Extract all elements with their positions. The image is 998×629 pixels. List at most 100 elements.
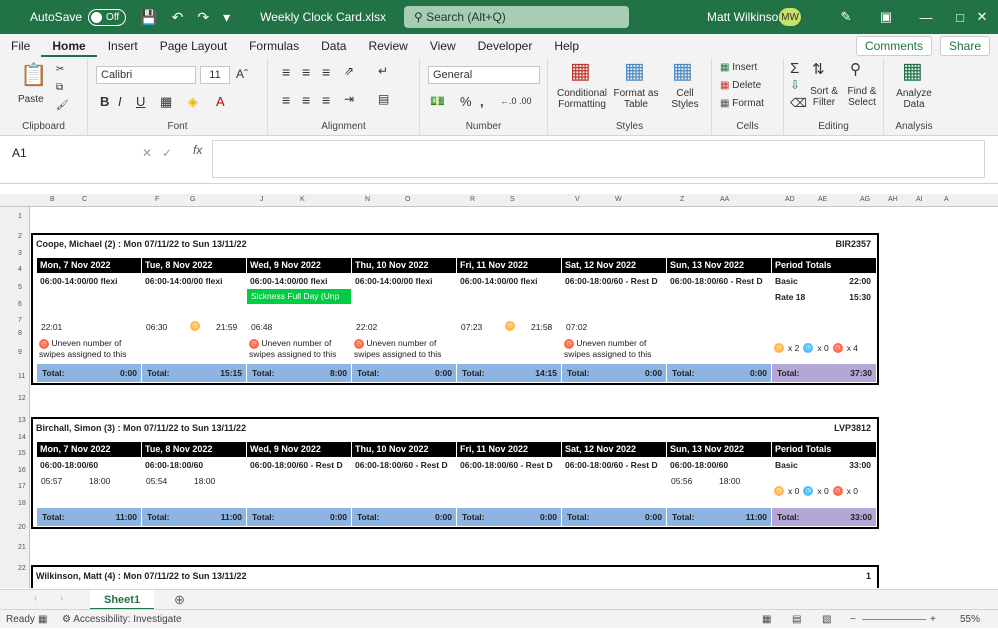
shift-pattern[interactable]: 06:00-14:00/00 flexi — [352, 273, 456, 289]
font-name-select[interactable]: Calibri — [96, 66, 196, 84]
row-header[interactable]: 21 — [18, 544, 26, 551]
zoom-in-icon[interactable]: + — [930, 610, 936, 629]
analyze-data-button[interactable]: Analyze Data — [888, 88, 940, 110]
column-header[interactable]: AD — [785, 196, 795, 203]
row-header[interactable]: 1 — [18, 213, 22, 220]
row-header[interactable]: 8 — [18, 330, 22, 337]
shift-pattern[interactable]: 06:00-14:00/00 flexi — [457, 273, 561, 289]
column-header[interactable]: AH — [888, 196, 898, 203]
row-header[interactable]: 7 — [18, 317, 22, 324]
page-layout-icon[interactable]: ▤ — [792, 610, 801, 629]
column-header[interactable]: AG — [860, 196, 870, 203]
swipe-in[interactable]: 07:23 — [461, 322, 482, 332]
align-center-icon[interactable]: ≡ — [302, 92, 310, 108]
shift-pattern[interactable]: 06:00-14:00/00 flexi — [37, 273, 141, 289]
merge-center-icon[interactable]: ▤ — [378, 92, 389, 106]
row-header[interactable]: 3 — [18, 250, 22, 257]
shift-pattern[interactable]: 06:00-18:00/60 — [667, 457, 771, 473]
macro-icon[interactable]: ▦ — [38, 610, 47, 629]
normal-view-icon[interactable]: ▦ — [762, 610, 771, 629]
cell-styles-button[interactable]: Cell Styles — [662, 88, 708, 110]
copy-icon[interactable]: ⧉ — [56, 82, 63, 93]
shift-pattern[interactable]: 06:00-18:00/60 — [142, 457, 246, 473]
tab-data[interactable]: Data — [310, 39, 357, 53]
row-header[interactable]: 17 — [18, 483, 26, 490]
find-icon[interactable]: ⚲ — [850, 60, 861, 78]
sort-filter-icon[interactable]: ⇅ — [812, 60, 825, 78]
shift-pattern[interactable]: 06:00-18:00/60 - Rest D — [352, 457, 456, 473]
column-header[interactable]: G — [190, 196, 195, 203]
next-sheet-icon[interactable]: › — [60, 593, 63, 604]
insert-function-icon[interactable]: fx — [193, 143, 202, 157]
accessibility-status[interactable]: ⚙ Accessibility: Investigate — [62, 610, 182, 629]
tab-review[interactable]: Review — [357, 39, 418, 53]
user-name[interactable]: Matt Wilkinson — [707, 10, 785, 24]
tab-home[interactable]: Home — [41, 35, 97, 57]
autosum-icon[interactable]: Σ — [790, 60, 799, 77]
column-header[interactable]: Z — [680, 196, 684, 203]
row-header[interactable]: 6 — [18, 301, 22, 308]
analyze-data-icon[interactable]: ▦ — [902, 58, 923, 84]
align-left-icon[interactable]: ≡ — [282, 92, 290, 108]
avatar[interactable]: MW — [779, 8, 801, 26]
add-sheet-icon[interactable]: ⊕ — [174, 592, 185, 608]
column-header[interactable]: AA — [720, 196, 729, 203]
search-box[interactable]: ⚲ Search (Alt+Q) — [403, 6, 629, 28]
shift-pattern[interactable]: 06:00-18:00/60 - Rest D — [247, 457, 351, 473]
column-header[interactable]: J — [260, 196, 264, 203]
column-header[interactable]: B — [50, 196, 55, 203]
indent-icon[interactable]: ⇥ — [344, 92, 354, 106]
zoom-out-icon[interactable]: − — [850, 610, 856, 629]
format-painter-icon[interactable]: 🖌 — [56, 100, 69, 111]
decimal-icon[interactable]: ←.0 .00 — [500, 96, 532, 106]
comments-button[interactable]: Comments — [855, 36, 932, 56]
cut-icon[interactable]: ✂ — [56, 64, 64, 75]
row-header[interactable]: 22 — [18, 565, 26, 572]
column-header[interactable]: A — [944, 196, 949, 203]
conditional-formatting-button[interactable]: Conditional Formatting — [552, 88, 612, 110]
row-header[interactable]: 12 — [18, 395, 26, 402]
customize-icon[interactable]: ▾ — [223, 9, 230, 26]
tab-formulas[interactable]: Formulas — [238, 39, 310, 53]
font-color-icon[interactable]: A — [216, 94, 225, 109]
underline-icon[interactable]: U — [136, 94, 145, 109]
row-header[interactable]: 4 — [18, 266, 22, 273]
tab-developer[interactable]: Developer — [467, 39, 544, 53]
autosave-toggle[interactable]: Off — [88, 8, 127, 26]
insert-cells-button[interactable]: ▦ Insert — [720, 62, 757, 73]
format-as-table-button[interactable]: Format as Table — [610, 88, 662, 110]
sort-filter-button[interactable]: Sort & Filter — [806, 86, 842, 108]
pen-icon[interactable]: ✎ — [826, 0, 866, 34]
percent-icon[interactable]: % — [460, 94, 472, 109]
swipe-in[interactable]: 06:48 — [251, 322, 272, 332]
tab-file[interactable]: File — [0, 39, 41, 53]
swipe-out[interactable]: 18:00 — [194, 476, 215, 486]
column-header[interactable]: N — [365, 196, 370, 203]
page-break-icon[interactable]: ▧ — [822, 610, 831, 629]
row-header[interactable]: 9 — [18, 349, 22, 356]
sickness-entry[interactable]: Sickness Full Day (Unp — [247, 289, 351, 304]
shift-pattern[interactable]: 06:00-18:00/60 - Rest D — [562, 273, 666, 289]
cancel-icon[interactable]: ✕ — [142, 146, 152, 160]
font-grow-icon[interactable]: Aˆ — [236, 67, 248, 81]
swipe-in[interactable]: 06:30 — [146, 322, 167, 332]
row-header[interactable]: 20 — [18, 524, 26, 531]
column-header[interactable]: O — [405, 196, 410, 203]
swipe-in[interactable]: 05:57 — [41, 476, 62, 486]
share-button[interactable]: Share — [939, 36, 990, 56]
sheet-tab-sheet1[interactable]: Sheet1 — [90, 590, 155, 610]
shift-pattern[interactable]: 06:00-18:00/60 - Rest D — [562, 457, 666, 473]
align-middle-icon[interactable]: ≡ — [302, 64, 310, 80]
confirm-icon[interactable]: ✓ — [162, 146, 172, 160]
row-header[interactable]: 16 — [18, 467, 26, 474]
column-header[interactable]: AI — [916, 196, 923, 203]
save-icon[interactable]: 💾 — [140, 9, 157, 26]
swipe-in[interactable]: 07:02 — [566, 322, 587, 332]
swipe-in[interactable]: 22:01 — [41, 322, 62, 332]
format-table-icon[interactable]: ▦ — [624, 58, 645, 84]
row-header[interactable]: 5 — [18, 284, 22, 291]
swipe-in[interactable]: 05:56 — [671, 476, 692, 486]
wrap-text-icon[interactable]: ↵ — [378, 64, 388, 78]
swipe-out[interactable]: 21:59 — [216, 322, 237, 332]
undo-icon[interactable]: ↶ — [172, 9, 184, 26]
